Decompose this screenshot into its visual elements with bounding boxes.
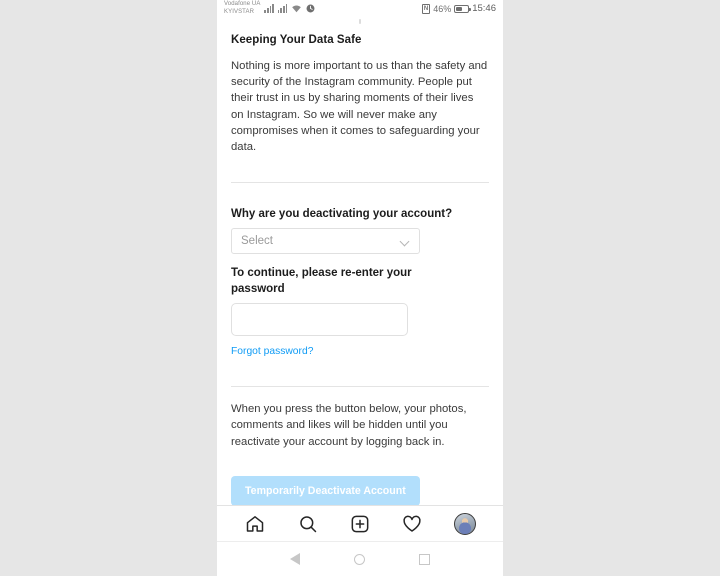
scroll-indicator xyxy=(359,19,361,24)
scroll-content[interactable]: Keeping Your Data Safe Nothing is more i… xyxy=(217,17,503,505)
signal-strength-icon-1 xyxy=(264,4,274,13)
tab-profile[interactable] xyxy=(448,509,482,539)
home-circle-icon xyxy=(354,553,366,565)
password-input[interactable] xyxy=(231,303,408,337)
back-triangle-icon xyxy=(290,553,301,565)
android-recents-button[interactable] xyxy=(412,547,438,571)
carrier-names: Vodafone UA KYIVSTAR xyxy=(224,1,260,16)
add-plus-square-icon xyxy=(350,514,370,534)
nfc-icon: N xyxy=(421,3,431,14)
reason-field-label: Why are you deactivating your account? xyxy=(231,208,453,221)
status-bar-right: N 46% 15:46 xyxy=(421,3,496,14)
avatar xyxy=(453,512,476,535)
tab-new-post[interactable] xyxy=(343,509,377,539)
status-bar: Vodafone UA KYIVSTAR N 46% 15:46 xyxy=(217,0,503,17)
status-bar-left: Vodafone UA KYIVSTAR xyxy=(224,0,315,18)
carrier-line-2: KYIVSTAR xyxy=(224,8,255,15)
data-safety-paragraph: Nothing is more important to us than the… xyxy=(231,60,488,154)
status-bar-clock: 15:46 xyxy=(472,3,496,14)
alarm-icon xyxy=(306,0,315,18)
tab-search[interactable] xyxy=(291,509,325,539)
reason-select[interactable]: Select xyxy=(231,228,420,255)
recents-square-icon xyxy=(419,553,431,565)
instagram-tab-bar xyxy=(217,505,503,541)
wifi-icon xyxy=(291,0,302,18)
signal-strength-icon-2 xyxy=(277,4,288,13)
password-field-label: To continue, please re-enter your passwo… xyxy=(231,267,412,295)
home-icon xyxy=(245,514,265,534)
android-back-button[interactable] xyxy=(282,547,308,571)
deactivation-note-paragraph: When you press the button below, your ph… xyxy=(231,403,467,448)
battery-percent-label: 46% xyxy=(433,3,452,14)
tab-activity[interactable] xyxy=(395,509,429,539)
carrier-line-1: Vodafone UA xyxy=(224,1,261,7)
forgot-password-link[interactable]: Forgot password? xyxy=(231,346,313,357)
page-title: Keeping Your Data Safe xyxy=(231,34,362,46)
divider-bottom xyxy=(231,386,489,388)
android-home-button[interactable] xyxy=(347,547,373,571)
tab-home[interactable] xyxy=(238,509,272,539)
search-icon xyxy=(298,514,318,534)
phone-screen: Vodafone UA KYIVSTAR N 46% 15:46 Keeping… xyxy=(217,0,503,576)
temporarily-deactivate-account-button[interactable]: Temporarily Deactivate Account xyxy=(231,475,420,505)
screenshot-root: Vodafone UA KYIVSTAR N 46% 15:46 Keeping… xyxy=(0,0,720,576)
heart-icon xyxy=(402,514,422,534)
chevron-down-icon xyxy=(401,237,410,246)
divider-top xyxy=(231,182,489,184)
android-navigation-bar xyxy=(217,541,503,576)
reason-select-value: Select xyxy=(241,235,273,248)
battery-icon xyxy=(454,4,472,13)
